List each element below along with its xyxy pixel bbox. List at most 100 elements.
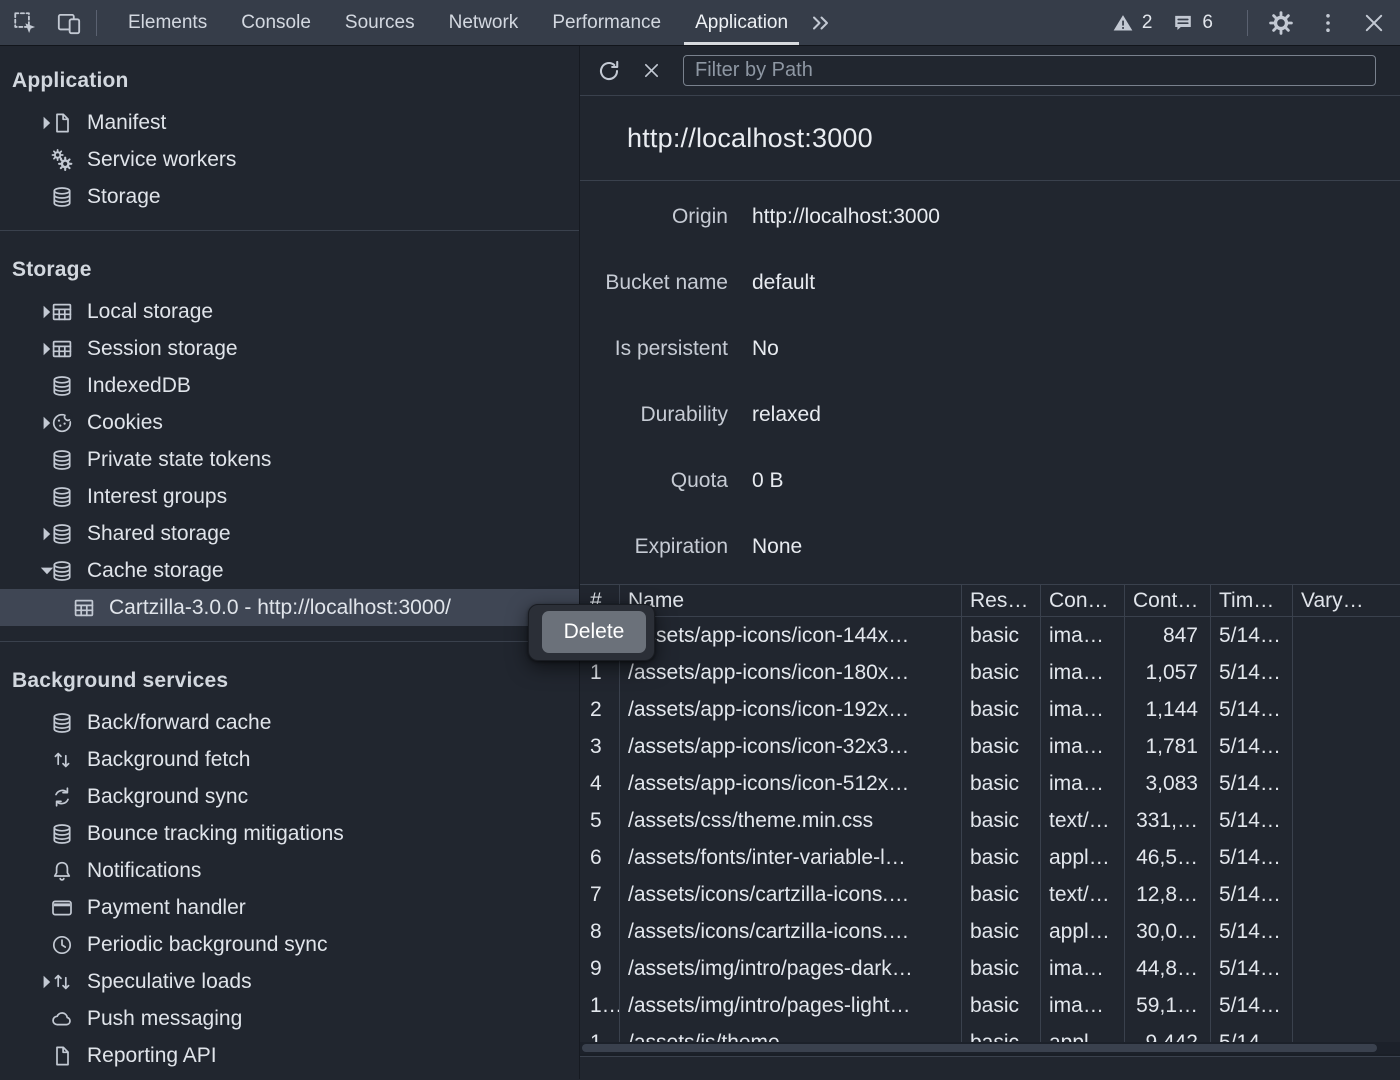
sidebar-item-storage[interactable]: Storage bbox=[0, 178, 579, 215]
warnings-indicator[interactable]: 2 bbox=[1112, 12, 1153, 34]
entry-name: /assets/icons/cartzilla-icons.… bbox=[620, 913, 962, 950]
sidebar-item-service-workers[interactable]: Service workers bbox=[0, 141, 579, 178]
cache-entry-row[interactable]: 1…/assets/js/theme…basicappl…9,4425/14… bbox=[580, 1024, 1400, 1042]
expander-closed-icon[interactable] bbox=[27, 970, 42, 994]
panel-tabs: Elements Console Sources NetworkPerformance… bbox=[111, 0, 805, 45]
tab-sources[interactable]: Sources bbox=[334, 0, 426, 45]
content-length: 9,442 bbox=[1125, 1024, 1211, 1042]
sidebar-item-session-storage[interactable]: Session storage bbox=[0, 330, 579, 367]
content-length: 1,057 bbox=[1125, 654, 1211, 691]
database-icon bbox=[50, 374, 74, 398]
sidebar-item-back-forward-cache[interactable]: Back/forward cache bbox=[0, 704, 579, 741]
content-type: ima… bbox=[1041, 617, 1125, 654]
sidebar-item-speculative-loads[interactable]: Speculative loads bbox=[0, 963, 579, 1000]
sidebar-item-interest-groups[interactable]: Interest groups bbox=[0, 478, 579, 515]
meta-label: Is persistent bbox=[580, 337, 728, 361]
cache-entry-row[interactable]: 6/assets/fonts/inter-variable-l…basicapp… bbox=[580, 839, 1400, 876]
content-type: ima… bbox=[1041, 765, 1125, 802]
expander-closed-icon[interactable] bbox=[27, 522, 42, 546]
sidebar-item-indexeddb[interactable]: IndexedDB bbox=[0, 367, 579, 404]
cache-entry-row[interactable]: 1…/assets/img/intro/pages-light…basicima… bbox=[580, 987, 1400, 1024]
close-devtools-button[interactable] bbox=[1362, 11, 1386, 35]
clear-filter-button[interactable] bbox=[641, 60, 662, 81]
sidebar-item-local-storage[interactable]: Local storage bbox=[0, 293, 579, 330]
expander-closed-icon[interactable] bbox=[27, 111, 42, 135]
response-type: basic bbox=[962, 987, 1041, 1024]
tab-console[interactable]: Console bbox=[230, 0, 322, 45]
row-index: 1… bbox=[580, 987, 620, 1024]
sidebar-item-bounce-tracking-mitigations[interactable]: Bounce tracking mitigations bbox=[0, 815, 579, 852]
sidebar-item-payment-handler[interactable]: Payment handler bbox=[0, 889, 579, 926]
console-messages-indicator[interactable]: 6 bbox=[1172, 12, 1213, 34]
response-type: basic bbox=[962, 839, 1041, 876]
sidebar-heading-application: Application bbox=[0, 62, 579, 99]
sidebar-item-periodic-background-sync[interactable]: Periodic background sync bbox=[0, 926, 579, 963]
sidebar-item-push-messaging[interactable]: Push messaging bbox=[0, 1000, 579, 1037]
sidebar-item-label: Speculative loads bbox=[87, 970, 252, 994]
updown-icon bbox=[50, 970, 74, 994]
sidebar-item-background-fetch[interactable]: Background fetch bbox=[0, 741, 579, 778]
tab-elements[interactable]: Elements bbox=[117, 0, 218, 45]
column-header-cont[interactable]: Cont… bbox=[1125, 585, 1211, 616]
tab-application[interactable]: Application bbox=[684, 0, 799, 45]
column-header-name[interactable]: Name bbox=[620, 585, 962, 616]
column-header-con[interactable]: Con… bbox=[1041, 585, 1125, 616]
more-tabs-button[interactable] bbox=[809, 11, 833, 35]
device-toolbar-icon bbox=[56, 10, 82, 36]
cache-entry-row[interactable]: 3/assets/app-icons/icon-32x3…basicima…1,… bbox=[580, 728, 1400, 765]
cache-entry-row[interactable]: 1/assets/app-icons/icon-180x…basicima…1,… bbox=[580, 654, 1400, 691]
inspect-element-button[interactable] bbox=[12, 10, 38, 36]
horizontal-scrollbar[interactable] bbox=[580, 1042, 1400, 1054]
sidebar-heading-storage: Storage bbox=[0, 251, 579, 288]
sidebar-item-manifest[interactable]: Manifest bbox=[0, 104, 579, 141]
device-toolbar-button[interactable] bbox=[56, 10, 82, 36]
sidebar-item-label: Background fetch bbox=[87, 748, 250, 772]
sidebar-item-cache-storage[interactable]: Cache storage bbox=[0, 552, 579, 589]
filter-by-path-input[interactable] bbox=[683, 55, 1376, 86]
cache-entry-row[interactable]: 7/assets/icons/cartzilla-icons.…basictex… bbox=[580, 876, 1400, 913]
meta-value: No bbox=[752, 337, 779, 361]
expander-open-icon[interactable] bbox=[27, 559, 42, 583]
column-header-res[interactable]: Res… bbox=[962, 585, 1041, 616]
cache-entry-row[interactable]: 5/assets/css/theme.min.cssbasictext/…331… bbox=[580, 802, 1400, 839]
row-index: 3 bbox=[580, 728, 620, 765]
vary-header bbox=[1293, 617, 1400, 654]
sidebar-item-private-state-tokens[interactable]: Private state tokens bbox=[0, 441, 579, 478]
sidebar-item-cookies[interactable]: Cookies bbox=[0, 404, 579, 441]
tab-performance[interactable]: Performance bbox=[541, 0, 672, 45]
content-type: appl… bbox=[1041, 913, 1125, 950]
entry-name: /assets/icons/cartzilla-icons.… bbox=[620, 876, 962, 913]
sidebar-item-shared-storage[interactable]: Shared storage bbox=[0, 515, 579, 552]
meta-value: None bbox=[752, 535, 802, 559]
settings-button[interactable] bbox=[1268, 10, 1294, 36]
sidebar-item-cartzilla-3-0-0-http-localhost-3000[interactable]: Cartzilla-3.0.0 - http://localhost:3000/ bbox=[0, 589, 579, 626]
cache-entry-row[interactable]: 8/assets/icons/cartzilla-icons.…basicapp… bbox=[580, 913, 1400, 950]
expander-closed-icon[interactable] bbox=[27, 411, 42, 435]
entry-name: /assets/app-icons/icon-144x… bbox=[620, 617, 962, 654]
response-type: basic bbox=[962, 654, 1041, 691]
sidebar-item-notifications[interactable]: Notifications bbox=[0, 852, 579, 889]
entry-name: /assets/css/theme.min.css bbox=[620, 802, 962, 839]
sidebar-item-reporting-api[interactable]: Reporting API bbox=[0, 1037, 579, 1074]
entry-name: /assets/app-icons/icon-32x3… bbox=[620, 728, 962, 765]
row-index: 8 bbox=[580, 913, 620, 950]
cache-entry-row[interactable]: 2/assets/app-icons/icon-192x…basicima…1,… bbox=[580, 691, 1400, 728]
scrollbar-thumb[interactable] bbox=[582, 1044, 1377, 1052]
cache-entry-row[interactable]: 0/assets/app-icons/icon-144x…basicima…84… bbox=[580, 617, 1400, 654]
cache-entry-row[interactable]: 4/assets/app-icons/icon-512x…basicima…3,… bbox=[580, 765, 1400, 802]
column-header-vary[interactable]: Vary… bbox=[1293, 585, 1400, 616]
cache-entry-row[interactable]: 9/assets/img/intro/pages-dark…basicima…4… bbox=[580, 950, 1400, 987]
expander-closed-icon[interactable] bbox=[27, 300, 42, 324]
content-length: 3,083 bbox=[1125, 765, 1211, 802]
more-options-button[interactable] bbox=[1316, 11, 1340, 35]
cache-filter-toolbar bbox=[580, 46, 1400, 96]
tab-network[interactable]: Network bbox=[438, 0, 530, 45]
refresh-button[interactable] bbox=[596, 58, 622, 84]
sidebar-item-background-sync[interactable]: Background sync bbox=[0, 778, 579, 815]
response-type: basic bbox=[962, 802, 1041, 839]
column-header-tim[interactable]: Tim… bbox=[1211, 585, 1293, 616]
context-menu-item-delete[interactable]: Delete bbox=[542, 611, 646, 653]
cloud-icon bbox=[50, 1007, 74, 1031]
expander-closed-icon[interactable] bbox=[27, 337, 42, 361]
entry-name: /assets/app-icons/icon-192x… bbox=[620, 691, 962, 728]
